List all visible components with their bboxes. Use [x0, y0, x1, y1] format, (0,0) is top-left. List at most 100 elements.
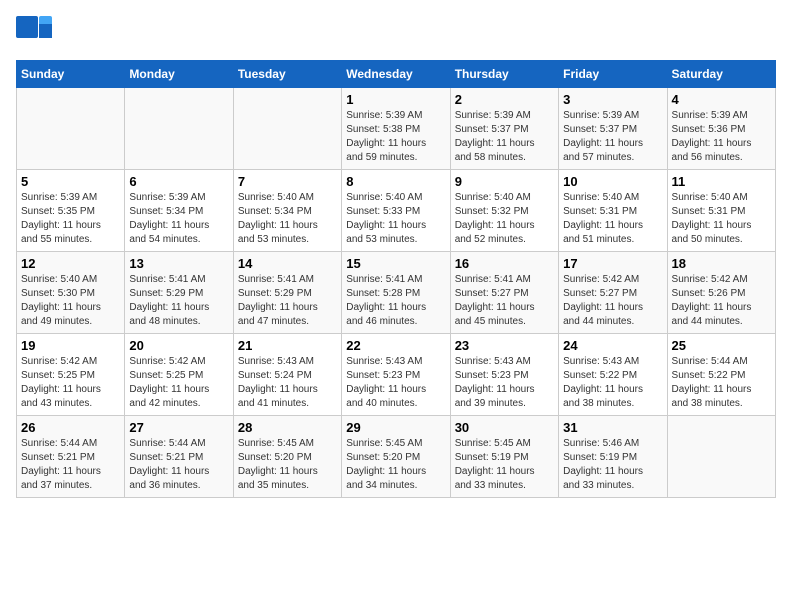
calendar-cell: 4Sunrise: 5:39 AM Sunset: 5:36 PM Daylig… — [667, 88, 775, 170]
cell-info: Sunrise: 5:44 AM Sunset: 5:21 PM Dayligh… — [129, 437, 228, 493]
week-row-3: 12Sunrise: 5:40 AM Sunset: 5:30 PM Dayli… — [17, 252, 776, 334]
day-number: 31 — [563, 420, 662, 435]
day-number: 27 — [129, 420, 228, 435]
calendar-cell: 22 Sunrise: 5:43 AM Sunset: 5:23 PM Dayli… — [342, 334, 450, 416]
calendar-cell: 23 Sunrise: 5:43 AM Sunset: 5:23 PM Dayli… — [450, 334, 558, 416]
day-number: 15 — [346, 256, 445, 271]
day-number: 9 — [455, 174, 554, 189]
cell-info: Sunrise: 5:39 AM Sunset: 5:34 PM Dayligh… — [129, 191, 228, 247]
calendar-cell: 5 Sunrise: 5:39 AM Sunset: 5:35 PM Daylig… — [17, 170, 125, 252]
cell-info: Sunrise: 5:41 AM Sunset: 5:27 PM Dayligh… — [455, 273, 554, 329]
cell-info: Sunrise: 5:43 AM Sunset: 5:22 PM Dayligh… — [563, 355, 662, 411]
week-row-5: 26 Sunrise: 5:44 AM Sunset: 5:21 PM Dayli… — [17, 416, 776, 498]
day-number: 7 — [238, 174, 337, 189]
week-row-2: 5 Sunrise: 5:39 AM Sunset: 5:35 PM Daylig… — [17, 170, 776, 252]
day-number: 2 — [455, 92, 554, 107]
page-header — [16, 16, 776, 52]
cell-info: Sunrise: 5:45 AM Sunset: 5:20 PM Dayligh… — [238, 437, 337, 493]
calendar-cell: 17 Sunrise: 5:42 AM Sunset: 5:27 PM Dayli… — [559, 252, 667, 334]
calendar-cell — [667, 416, 775, 498]
weekday-header-friday: Friday — [559, 61, 667, 88]
calendar-cell: 26Sunrise: 5:44 AM Sunset: 5:21 PM Dayli… — [17, 416, 125, 498]
cell-info: Sunrise: 5:39 AM Sunset: 5:37 PM Dayligh… — [563, 109, 662, 165]
calendar-cell: 8 Sunrise: 5:40 AM Sunset: 5:33 PM Daylig… — [342, 170, 450, 252]
calendar-cell: 13 Sunrise: 5:41 AM Sunset: 5:29 PM Dayli… — [125, 252, 233, 334]
week-row-1: 1Sunrise: 5:39 AM Sunset: 5:38 PM Daylig… — [17, 88, 776, 170]
day-number: 24 — [563, 338, 662, 353]
day-number: 17 — [563, 256, 662, 271]
calendar-cell: 21 Sunrise: 5:43 AM Sunset: 5:24 PM Dayli… — [233, 334, 341, 416]
calendar-cell: 27 Sunrise: 5:44 AM Sunset: 5:21 PM Dayli… — [125, 416, 233, 498]
calendar-cell: 25Sunrise: 5:44 AM Sunset: 5:22 PM Dayli… — [667, 334, 775, 416]
weekday-header-saturday: Saturday — [667, 61, 775, 88]
cell-info: Sunrise: 5:42 AM Sunset: 5:26 PM Dayligh… — [672, 273, 771, 329]
cell-info: Sunrise: 5:41 AM Sunset: 5:29 PM Dayligh… — [129, 273, 228, 329]
logo-icon — [16, 16, 52, 52]
cell-info: Sunrise: 5:39 AM Sunset: 5:35 PM Dayligh… — [21, 191, 120, 247]
weekday-header-row: SundayMondayTuesdayWednesdayThursdayFrid… — [17, 61, 776, 88]
weekday-header-sunday: Sunday — [17, 61, 125, 88]
day-number: 11 — [672, 174, 771, 189]
calendar-cell: 3 Sunrise: 5:39 AM Sunset: 5:37 PM Daylig… — [559, 88, 667, 170]
calendar-cell — [17, 88, 125, 170]
cell-info: Sunrise: 5:46 AM Sunset: 5:19 PM Dayligh… — [563, 437, 662, 493]
day-number: 26 — [21, 420, 120, 435]
calendar-cell: 24 Sunrise: 5:43 AM Sunset: 5:22 PM Dayli… — [559, 334, 667, 416]
cell-info: Sunrise: 5:40 AM Sunset: 5:31 PM Dayligh… — [563, 191, 662, 247]
calendar-table: SundayMondayTuesdayWednesdayThursdayFrid… — [16, 60, 776, 498]
cell-info: Sunrise: 5:43 AM Sunset: 5:23 PM Dayligh… — [455, 355, 554, 411]
day-number: 22 — [346, 338, 445, 353]
cell-info: Sunrise: 5:44 AM Sunset: 5:22 PM Dayligh… — [672, 355, 771, 411]
day-number: 29 — [346, 420, 445, 435]
calendar-cell: 1Sunrise: 5:39 AM Sunset: 5:38 PM Daylig… — [342, 88, 450, 170]
cell-info: Sunrise: 5:45 AM Sunset: 5:20 PM Dayligh… — [346, 437, 445, 493]
calendar-cell: 30 Sunrise: 5:45 AM Sunset: 5:19 PM Dayli… — [450, 416, 558, 498]
day-number: 8 — [346, 174, 445, 189]
cell-info: Sunrise: 5:40 AM Sunset: 5:31 PM Dayligh… — [672, 191, 771, 247]
weekday-header-tuesday: Tuesday — [233, 61, 341, 88]
calendar-cell: 19 Sunrise: 5:42 AM Sunset: 5:25 PM Dayli… — [17, 334, 125, 416]
calendar-cell: 12Sunrise: 5:40 AM Sunset: 5:30 PM Dayli… — [17, 252, 125, 334]
calendar-cell — [233, 88, 341, 170]
cell-info: Sunrise: 5:40 AM Sunset: 5:32 PM Dayligh… — [455, 191, 554, 247]
cell-info: Sunrise: 5:40 AM Sunset: 5:34 PM Dayligh… — [238, 191, 337, 247]
weekday-header-wednesday: Wednesday — [342, 61, 450, 88]
calendar-cell: 20 Sunrise: 5:42 AM Sunset: 5:25 PM Dayli… — [125, 334, 233, 416]
cell-info: Sunrise: 5:41 AM Sunset: 5:28 PM Dayligh… — [346, 273, 445, 329]
calendar-cell: 15 Sunrise: 5:41 AM Sunset: 5:28 PM Dayli… — [342, 252, 450, 334]
cell-info: Sunrise: 5:42 AM Sunset: 5:25 PM Dayligh… — [21, 355, 120, 411]
calendar-cell: 7 Sunrise: 5:40 AM Sunset: 5:34 PM Daylig… — [233, 170, 341, 252]
week-row-4: 19 Sunrise: 5:42 AM Sunset: 5:25 PM Dayli… — [17, 334, 776, 416]
calendar-cell — [125, 88, 233, 170]
calendar-cell: 2Sunrise: 5:39 AM Sunset: 5:37 PM Daylig… — [450, 88, 558, 170]
calendar-cell: 16Sunrise: 5:41 AM Sunset: 5:27 PM Dayli… — [450, 252, 558, 334]
cell-info: Sunrise: 5:43 AM Sunset: 5:23 PM Dayligh… — [346, 355, 445, 411]
day-number: 28 — [238, 420, 337, 435]
day-number: 6 — [129, 174, 228, 189]
day-number: 5 — [21, 174, 120, 189]
cell-info: Sunrise: 5:42 AM Sunset: 5:25 PM Dayligh… — [129, 355, 228, 411]
day-number: 13 — [129, 256, 228, 271]
cell-info: Sunrise: 5:45 AM Sunset: 5:19 PM Dayligh… — [455, 437, 554, 493]
calendar-cell: 14Sunrise: 5:41 AM Sunset: 5:29 PM Dayli… — [233, 252, 341, 334]
day-number: 1 — [346, 92, 445, 107]
calendar-cell: 10 Sunrise: 5:40 AM Sunset: 5:31 PM Dayli… — [559, 170, 667, 252]
logo — [16, 16, 56, 52]
cell-info: Sunrise: 5:42 AM Sunset: 5:27 PM Dayligh… — [563, 273, 662, 329]
day-number: 23 — [455, 338, 554, 353]
cell-info: Sunrise: 5:40 AM Sunset: 5:33 PM Dayligh… — [346, 191, 445, 247]
day-number: 14 — [238, 256, 337, 271]
cell-info: Sunrise: 5:43 AM Sunset: 5:24 PM Dayligh… — [238, 355, 337, 411]
day-number: 21 — [238, 338, 337, 353]
calendar-cell: 6 Sunrise: 5:39 AM Sunset: 5:34 PM Daylig… — [125, 170, 233, 252]
day-number: 4 — [672, 92, 771, 107]
calendar-cell: 31 Sunrise: 5:46 AM Sunset: 5:19 PM Dayli… — [559, 416, 667, 498]
day-number: 20 — [129, 338, 228, 353]
calendar-cell: 28 Sunrise: 5:45 AM Sunset: 5:20 PM Dayli… — [233, 416, 341, 498]
day-number: 30 — [455, 420, 554, 435]
day-number: 19 — [21, 338, 120, 353]
cell-info: Sunrise: 5:40 AM Sunset: 5:30 PM Dayligh… — [21, 273, 120, 329]
day-number: 10 — [563, 174, 662, 189]
day-number: 3 — [563, 92, 662, 107]
calendar-cell: 29 Sunrise: 5:45 AM Sunset: 5:20 PM Dayli… — [342, 416, 450, 498]
